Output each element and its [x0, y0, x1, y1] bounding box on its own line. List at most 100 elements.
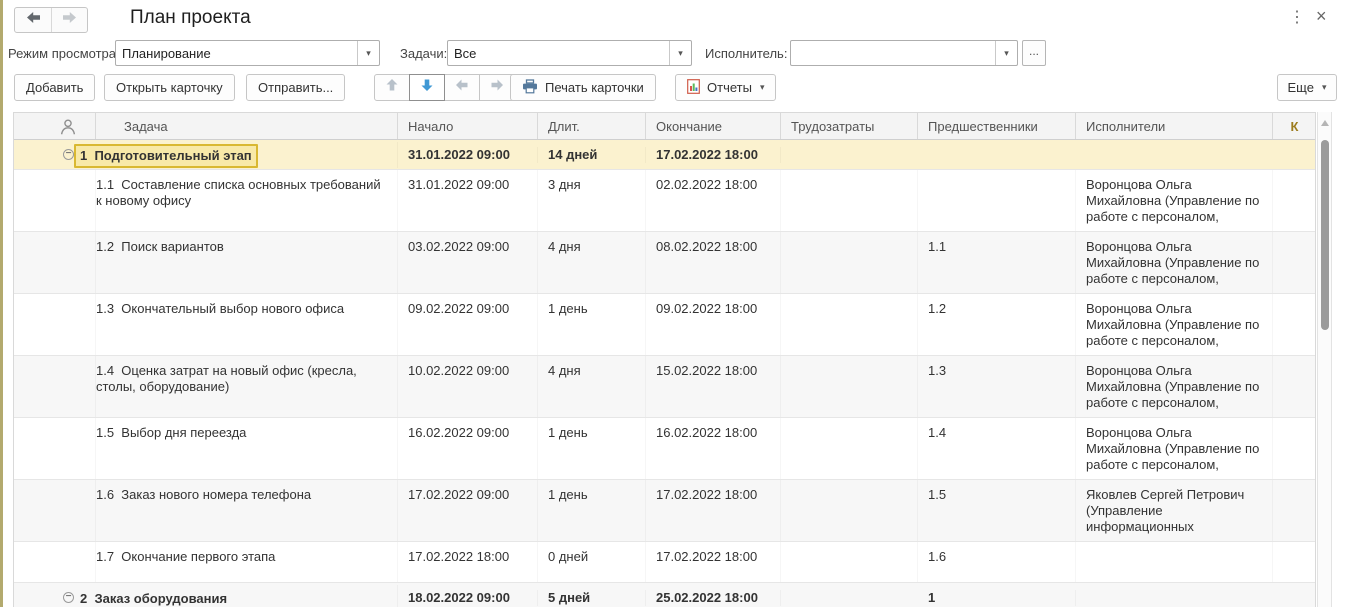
duration-cell: 1 день [538, 294, 646, 355]
table-row[interactable]: 1.1 Составление списка основных требован… [14, 170, 1315, 232]
table-row[interactable]: 1.7 Окончание первого этапа 17.02.2022 18… [14, 542, 1315, 583]
duration-cell: 0 дней [538, 542, 646, 582]
menu-dots-icon[interactable]: ⋮ [1289, 10, 1305, 26]
forward-button[interactable] [51, 8, 87, 32]
predecessors-cell: 1.4 [918, 418, 1076, 479]
row-marker-cell [14, 356, 96, 417]
duration-cell: 14 дней [538, 147, 646, 163]
printer-icon [522, 78, 538, 97]
executor-filter-select[interactable]: ▾ [790, 40, 1018, 66]
start-cell: 31.01.2022 09:00 [398, 170, 538, 231]
report-icon [687, 78, 700, 97]
executors-cell: Яковлев Сергей Петрович (Управление инфо… [1076, 480, 1273, 541]
up-arrow-icon [385, 78, 399, 97]
executors-cell: Воронцова Ольга Михайловна (Управление п… [1076, 418, 1273, 479]
header-predecessors[interactable]: Предшественники [918, 113, 1076, 139]
tasks-filter-select[interactable]: Все ▾ [447, 40, 692, 66]
table-row[interactable]: 1.2 Поиск вариантов 03.02.2022 09:00 4 дня… [14, 232, 1315, 294]
person-icon [58, 118, 78, 139]
finish-cell: 17.02.2022 18:00 [646, 542, 781, 582]
effort-cell [781, 542, 918, 582]
collapse-icon[interactable]: − [63, 148, 74, 160]
k-cell [1273, 480, 1315, 541]
row-marker-cell [14, 294, 96, 355]
finish-cell: 17.02.2022 18:00 [646, 147, 781, 163]
chevron-down-icon[interactable]: ▾ [995, 41, 1017, 65]
table-row[interactable]: 1.4 Оценка затрат на новый офис (кресла,… [14, 356, 1315, 418]
effort-cell [781, 418, 918, 479]
task-name-cell: 1.1 Составление списка основных требован… [96, 170, 398, 231]
move-down-button[interactable] [409, 74, 445, 101]
row-marker-cell [14, 418, 96, 479]
add-button[interactable]: Добавить [14, 74, 96, 101]
finish-cell: 08.02.2022 18:00 [646, 232, 781, 293]
table-row[interactable]: −1 Подготовительный этап 31.01.2022 09:00… [14, 140, 1315, 170]
finish-cell: 09.02.2022 18:00 [646, 294, 781, 355]
view-mode-select[interactable]: Планирование ▾ [115, 40, 380, 66]
task-rows: −1 Подготовительный этап 31.01.2022 09:00… [14, 140, 1315, 607]
start-cell: 10.02.2022 09:00 [398, 356, 538, 417]
chevron-down-icon[interactable]: ▾ [357, 41, 379, 65]
move-left-button[interactable] [444, 74, 480, 101]
task-name-cell: 1.7 Окончание первого этапа [96, 542, 398, 582]
collapse-icon[interactable]: − [63, 591, 74, 603]
k-cell [1273, 232, 1315, 293]
executors-cell: Воронцова Ольга Михайловна (Управление п… [1076, 294, 1273, 355]
header-finish[interactable]: Окончание [646, 113, 781, 139]
more-label: Еще [1287, 80, 1314, 95]
header-duration[interactable]: Длит. [538, 113, 646, 139]
executor-filter-label: Исполнитель: [705, 46, 788, 61]
scroll-thumb[interactable] [1321, 140, 1329, 330]
task-name-cell: 1.3 Окончательный выбор нового офиса [96, 294, 398, 355]
duration-cell: 4 дня [538, 356, 646, 417]
history-nav [14, 7, 88, 33]
send-button[interactable]: Отправить... [246, 74, 346, 101]
executors-cell: Воронцова Ольга Михайловна (Управление п… [1076, 232, 1273, 293]
open-card-button[interactable]: Открыть карточку [104, 74, 235, 101]
task-tree-cell: −1 Подготовительный этап [14, 142, 398, 168]
scroll-up-icon[interactable] [1321, 120, 1329, 126]
executors-text: Воронцова Ольга Михайловна (Управление п… [1086, 425, 1260, 472]
chevron-down-icon: ▾ [759, 82, 765, 92]
executors-text: Воронцова Ольга Михайловна (Управление п… [1086, 177, 1260, 224]
k-cell [1273, 170, 1315, 231]
executor-more-button[interactable]: ... [1022, 40, 1046, 66]
move-up-button[interactable] [374, 74, 410, 101]
header-effort[interactable]: Трудозатраты [781, 113, 918, 139]
header-marker-column[interactable] [14, 113, 96, 139]
predecessors-cell: 1.6 [918, 542, 1076, 582]
vertical-scrollbar[interactable] [1317, 112, 1332, 607]
finish-cell: 15.02.2022 18:00 [646, 356, 781, 417]
effort-cell [781, 232, 918, 293]
header-executors[interactable]: Исполнители [1076, 113, 1273, 139]
table-row[interactable]: −2 Заказ оборудования 18.02.2022 09:00 5 д… [14, 583, 1315, 607]
header-task[interactable]: Задача [96, 113, 398, 139]
right-arrow-icon [490, 78, 504, 97]
close-icon[interactable]: × [1316, 6, 1327, 26]
start-cell: 09.02.2022 09:00 [398, 294, 538, 355]
table-row[interactable]: 1.6 Заказ нового номера телефона 17.02.20… [14, 480, 1315, 542]
more-button[interactable]: Еще ▾ [1277, 74, 1337, 101]
header-k[interactable]: К [1273, 113, 1315, 139]
chevron-down-icon[interactable]: ▾ [669, 41, 691, 65]
task-tree-cell: −2 Заказ оборудования [14, 585, 398, 607]
duration-cell: 5 дней [538, 590, 646, 606]
task-table: Задача Начало Длит. Окончание Трудозатра… [13, 112, 1316, 607]
executor-filter-value [791, 41, 995, 65]
header-start[interactable]: Начало [398, 113, 538, 139]
executors-text: Яковлев Сергей Петрович (Управление инфо… [1086, 487, 1245, 534]
executors-text: Воронцова Ольга Михайловна (Управление п… [1086, 363, 1260, 410]
k-cell [1273, 294, 1315, 355]
back-button[interactable] [15, 8, 51, 32]
reports-button[interactable]: Отчеты ▾ [675, 74, 777, 101]
tasks-filter-label: Задачи: [400, 46, 448, 61]
print-card-label: Печать карточки [545, 80, 644, 95]
executors-text: Воронцова Ольга Михайловна (Управление п… [1086, 301, 1260, 348]
table-row[interactable]: 1.5 Выбор дня переезда 16.02.2022 09:00 1 … [14, 418, 1315, 480]
print-card-button[interactable]: Печать карточки [510, 74, 656, 101]
view-mode-value: Планирование [122, 46, 211, 61]
effort-cell [781, 480, 918, 541]
start-cell: 17.02.2022 18:00 [398, 542, 538, 582]
table-row[interactable]: 1.3 Окончательный выбор нового офиса 09.0… [14, 294, 1315, 356]
task-name-cell: 1.4 Оценка затрат на новый офис (кресла,… [96, 356, 398, 417]
